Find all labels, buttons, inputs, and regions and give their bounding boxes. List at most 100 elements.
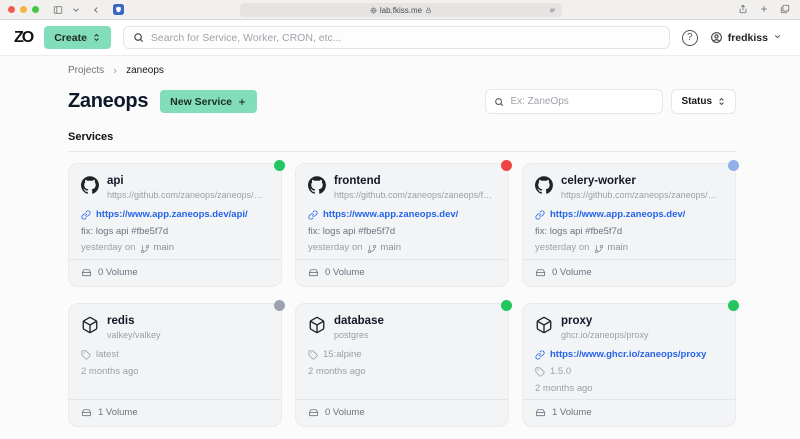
service-filter [485, 89, 664, 114]
service-card[interactable]: api https://github.com/zaneops/zaneops/b… [68, 160, 285, 288]
service-tag-row: 1.5.0 [535, 366, 723, 379]
volume-icon [535, 409, 546, 417]
lock-icon [426, 7, 431, 13]
service-updated: yesterday on [81, 242, 136, 254]
service-volumes: 0 Volume [325, 267, 365, 279]
new-tab-icon[interactable] [759, 1, 769, 19]
service-url-link[interactable]: https://www.app.zaneops.dev/ [550, 209, 685, 222]
sidebar-toggle-icon[interactable] [53, 5, 63, 15]
service-name: api [107, 175, 124, 187]
service-source: https://github.com/zaneops/zaneops/backe… [107, 189, 267, 200]
service-card[interactable]: celery-worker https://github.com/zaneops… [522, 160, 739, 288]
service-source: https://github.com/zaneops/zaneops/front… [334, 189, 494, 200]
search-icon [134, 33, 143, 43]
service-branch-wrap: main [140, 242, 174, 255]
reader-icon[interactable] [549, 7, 556, 16]
card-footer: 0 Volume [296, 259, 508, 286]
package-icon [535, 316, 553, 339]
service-url-link[interactable]: https://www.ghcr.io/zaneops/proxy [550, 349, 706, 362]
service-card[interactable]: frontend https://github.com/zaneops/zane… [295, 160, 512, 288]
global-search [122, 26, 670, 49]
service-source: postgres [334, 330, 369, 341]
service-card[interactable]: database postgres 15:alpine 2 months ago [295, 300, 512, 428]
service-card[interactable]: redis valkey/valkey latest 2 months ago [68, 300, 285, 428]
service-url-row: https://www.app.zaneops.dev/ [308, 209, 496, 222]
service-updated: yesterday on [535, 242, 590, 254]
status-filter-label: Status [681, 96, 712, 107]
volume-icon [81, 409, 92, 417]
create-button[interactable]: Create [44, 26, 111, 49]
tab-overview-icon[interactable] [780, 1, 790, 19]
service-url-link[interactable]: https://www.app.zaneops.dev/ [323, 209, 458, 222]
status-dot [274, 300, 285, 312]
service-updated: 2 months ago [81, 365, 139, 377]
tag-icon [308, 350, 318, 361]
breadcrumb-projects[interactable]: Projects [68, 65, 104, 76]
breadcrumb: Projects zaneops [68, 65, 736, 76]
minimize-window-button[interactable] [20, 6, 27, 13]
card-footer: 0 Volume [523, 259, 735, 286]
service-commit-row: fix: logs api #fbe5f7d [81, 226, 269, 239]
service-card[interactable]: proxy ghcr.io/zaneops/proxy https://www.… [522, 300, 739, 428]
chevrons-up-down-icon [94, 33, 99, 42]
username: fredkiss [727, 31, 768, 44]
services-section-title: Services [68, 131, 114, 143]
page-title: Zaneops [68, 90, 149, 112]
breadcrumb-current: zaneops [126, 65, 164, 76]
zaneops-logo[interactable]: ZO [14, 29, 34, 47]
status-dot [728, 300, 739, 312]
card-footer: 0 Volume [69, 259, 281, 286]
service-updated: 2 months ago [308, 365, 366, 377]
service-url-row: https://www.app.zaneops.dev/api/ [81, 209, 269, 222]
status-dot [728, 160, 739, 171]
user-avatar-icon [710, 32, 722, 43]
card-footer: 1 Volume [69, 399, 281, 426]
card-footer: 1 Volume [523, 399, 735, 426]
service-tag-row: latest [81, 349, 269, 362]
service-name: proxy [561, 315, 593, 328]
close-window-button[interactable] [8, 6, 15, 13]
service-tag: latest [96, 349, 119, 361]
section-divider [68, 151, 736, 152]
service-source: https://github.com/zaneops/zaneops/backe… [561, 189, 721, 200]
tag-icon [535, 367, 545, 377]
sort-arrows-icon [719, 97, 724, 106]
volume-icon [81, 269, 92, 277]
page-content: Projects zaneops Zaneops New Service Sta… [0, 56, 800, 439]
address-bar[interactable]: lab.fkiss.me [240, 3, 562, 17]
service-name: redis [107, 315, 135, 328]
new-service-button[interactable]: New Service [160, 90, 258, 113]
url-text: lab.fkiss.me [379, 5, 423, 15]
service-updated-row: 2 months ago [535, 383, 723, 396]
service-name: celery-worker [561, 175, 636, 187]
service-name: database [334, 315, 384, 328]
service-volumes: 0 Volume [98, 267, 138, 279]
service-commit: fix: logs api #fbe5f7d [308, 225, 396, 237]
sidebar-chevron-icon[interactable] [71, 5, 81, 15]
help-icon[interactable]: ? [681, 29, 698, 46]
window-controls[interactable] [8, 6, 39, 13]
back-icon[interactable] [91, 5, 101, 15]
service-volumes: 0 Volume [325, 407, 365, 419]
package-icon [308, 316, 326, 339]
user-menu[interactable]: fredkiss [710, 31, 782, 44]
zoom-window-button[interactable] [32, 6, 39, 13]
service-url-row: https://www.app.zaneops.dev/ [535, 209, 723, 222]
extension-shield-icon[interactable] [113, 4, 124, 15]
service-branch-wrap: main [594, 242, 628, 255]
services-grid: api https://github.com/zaneops/zaneops/b… [68, 160, 739, 428]
service-updated-row: yesterday on main [308, 242, 496, 255]
status-dot [274, 160, 285, 171]
global-search-input[interactable] [150, 31, 660, 44]
service-branch: main [380, 242, 401, 254]
status-filter-button[interactable]: Status [671, 89, 736, 114]
chevron-down-icon [773, 32, 782, 44]
service-tag: 15:alpine [323, 349, 362, 361]
service-volumes: 1 Volume [552, 407, 592, 419]
volume-icon [308, 409, 319, 417]
share-icon[interactable] [738, 1, 748, 19]
service-url-link[interactable]: https://www.app.zaneops.dev/api/ [96, 209, 248, 222]
status-dot [501, 160, 512, 171]
service-filter-input[interactable] [510, 96, 655, 107]
service-commit-row: fix: logs api #fbe5f7d [535, 226, 723, 239]
